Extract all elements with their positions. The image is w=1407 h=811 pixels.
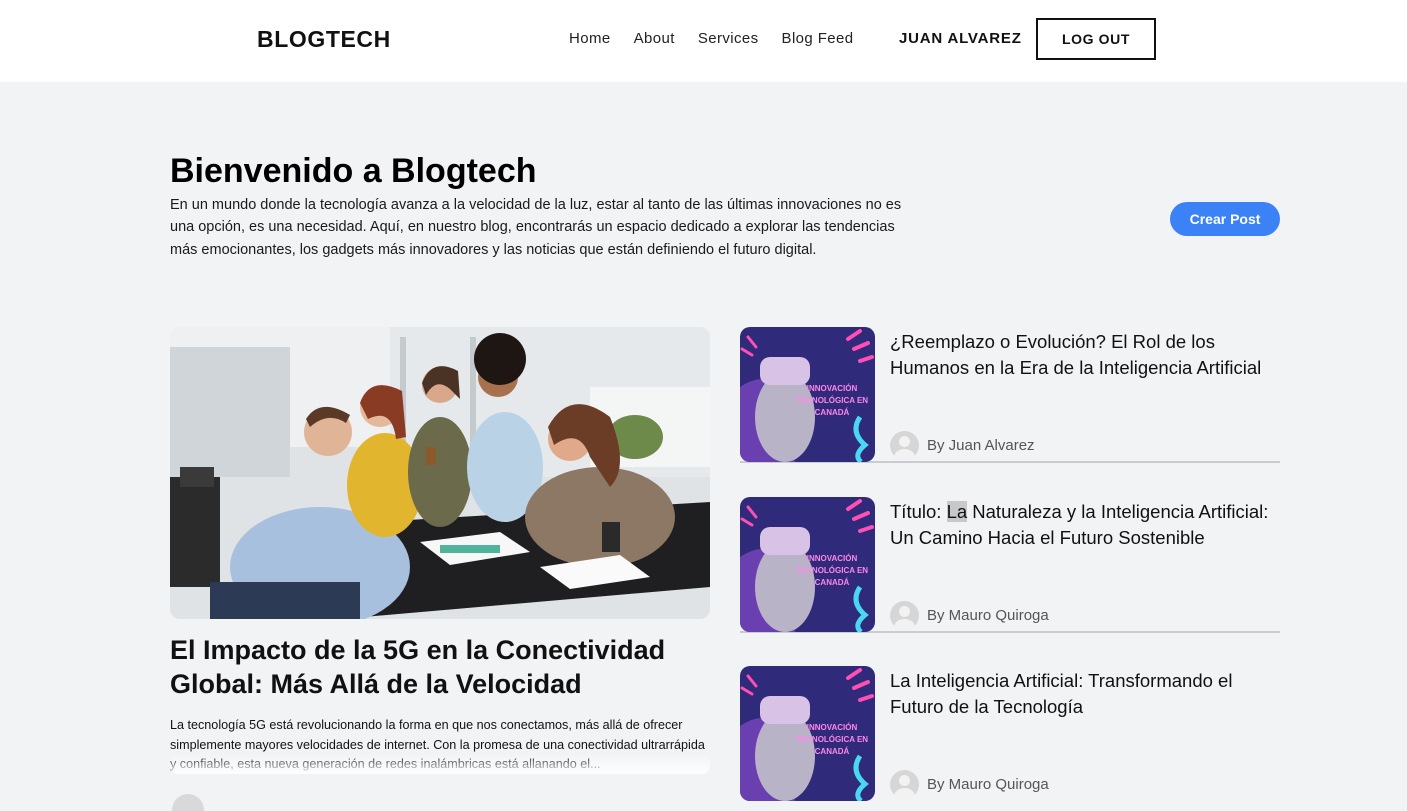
excerpt-fade [170,754,710,774]
post-author: By Mauro Quiroga [890,601,1049,630]
post-author: By Mauro Quiroga [890,770,1049,799]
nav-link-about[interactable]: About [634,30,675,47]
svg-text:CANADÁ: CANADÁ [815,408,850,417]
featured-post-title[interactable]: El Impacto de la 5G en la Conectividad G… [170,633,710,701]
svg-text:TECNOLÓGICA EN: TECNOLÓGICA EN [796,396,868,405]
vr-headset-image: INNOVACIÓN TECNOLÓGICA EN CANADÁ [740,497,875,632]
nav-link-home[interactable]: Home [569,30,611,47]
main-nav: Home About Services Blog Feed [569,30,877,47]
featured-author-avatar [172,794,204,811]
user-avatar-icon [890,431,919,460]
user-name: JUAN ALVAREZ [899,30,1022,47]
post-thumbnail[interactable]: INNOVACIÓN TECNOLÓGICA EN CANADÁ [740,327,875,462]
post-title-prefix: Título: [890,501,947,522]
vr-headset-image: INNOVACIÓN TECNOLÓGICA EN CANADÁ [740,327,875,462]
user-avatar-icon [890,770,919,799]
post-title[interactable]: La Inteligencia Artificial: Transformand… [890,668,1280,720]
author-name: By Mauro Quiroga [927,607,1049,624]
nav-link-blog-feed[interactable]: Blog Feed [782,30,854,47]
post-thumbnail[interactable]: INNOVACIÓN TECNOLÓGICA EN CANADÁ [740,666,875,801]
svg-text:INNOVACIÓN: INNOVACIÓN [807,384,858,393]
post-author: By Juan Alvarez [890,431,1035,460]
post-thumbnail[interactable]: INNOVACIÓN TECNOLÓGICA EN CANADÁ [740,497,875,632]
svg-text:INNOVACIÓN: INNOVACIÓN [807,723,858,732]
user-avatar-icon [890,601,919,630]
brand-logo[interactable]: BLOGTECH [257,26,391,53]
post-card[interactable]: INNOVACIÓN TECNOLÓGICA EN CANADÁ ¿Reempl… [740,327,1280,463]
text-selection-highlight: La [946,501,968,522]
vr-headset-image: INNOVACIÓN TECNOLÓGICA EN CANADÁ [740,666,875,801]
logout-button[interactable]: LOG OUT [1036,18,1156,60]
featured-post-image[interactable] [170,327,710,619]
svg-text:CANADÁ: CANADÁ [815,578,850,587]
svg-text:CANADÁ: CANADÁ [815,747,850,756]
nav-link-services[interactable]: Services [698,30,759,47]
svg-text:TECNOLÓGICA EN: TECNOLÓGICA EN [796,735,868,744]
svg-text:INNOVACIÓN: INNOVACIÓN [807,554,858,563]
post-card[interactable]: INNOVACIÓN TECNOLÓGICA EN CANADÁ Título:… [740,497,1280,633]
author-name: By Mauro Quiroga [927,776,1049,793]
post-title[interactable]: Título: La Naturaleza y la Inteligencia … [890,499,1280,551]
top-navbar: BLOGTECH Home About Services Blog Feed J… [0,0,1407,82]
team-meeting-photo [170,327,710,619]
post-card[interactable]: INNOVACIÓN TECNOLÓGICA EN CANADÁ La Inte… [740,666,1280,802]
post-title[interactable]: ¿Reemplazo o Evolución? El Rol de los Hu… [890,329,1280,381]
svg-text:TECNOLÓGICA EN: TECNOLÓGICA EN [796,566,868,575]
page-title: Bienvenido a Blogtech [170,152,537,190]
intro-text: En un mundo donde la tecnología avanza a… [170,197,902,258]
create-post-button[interactable]: Crear Post [1170,202,1280,236]
author-name: By Juan Alvarez [927,437,1035,454]
